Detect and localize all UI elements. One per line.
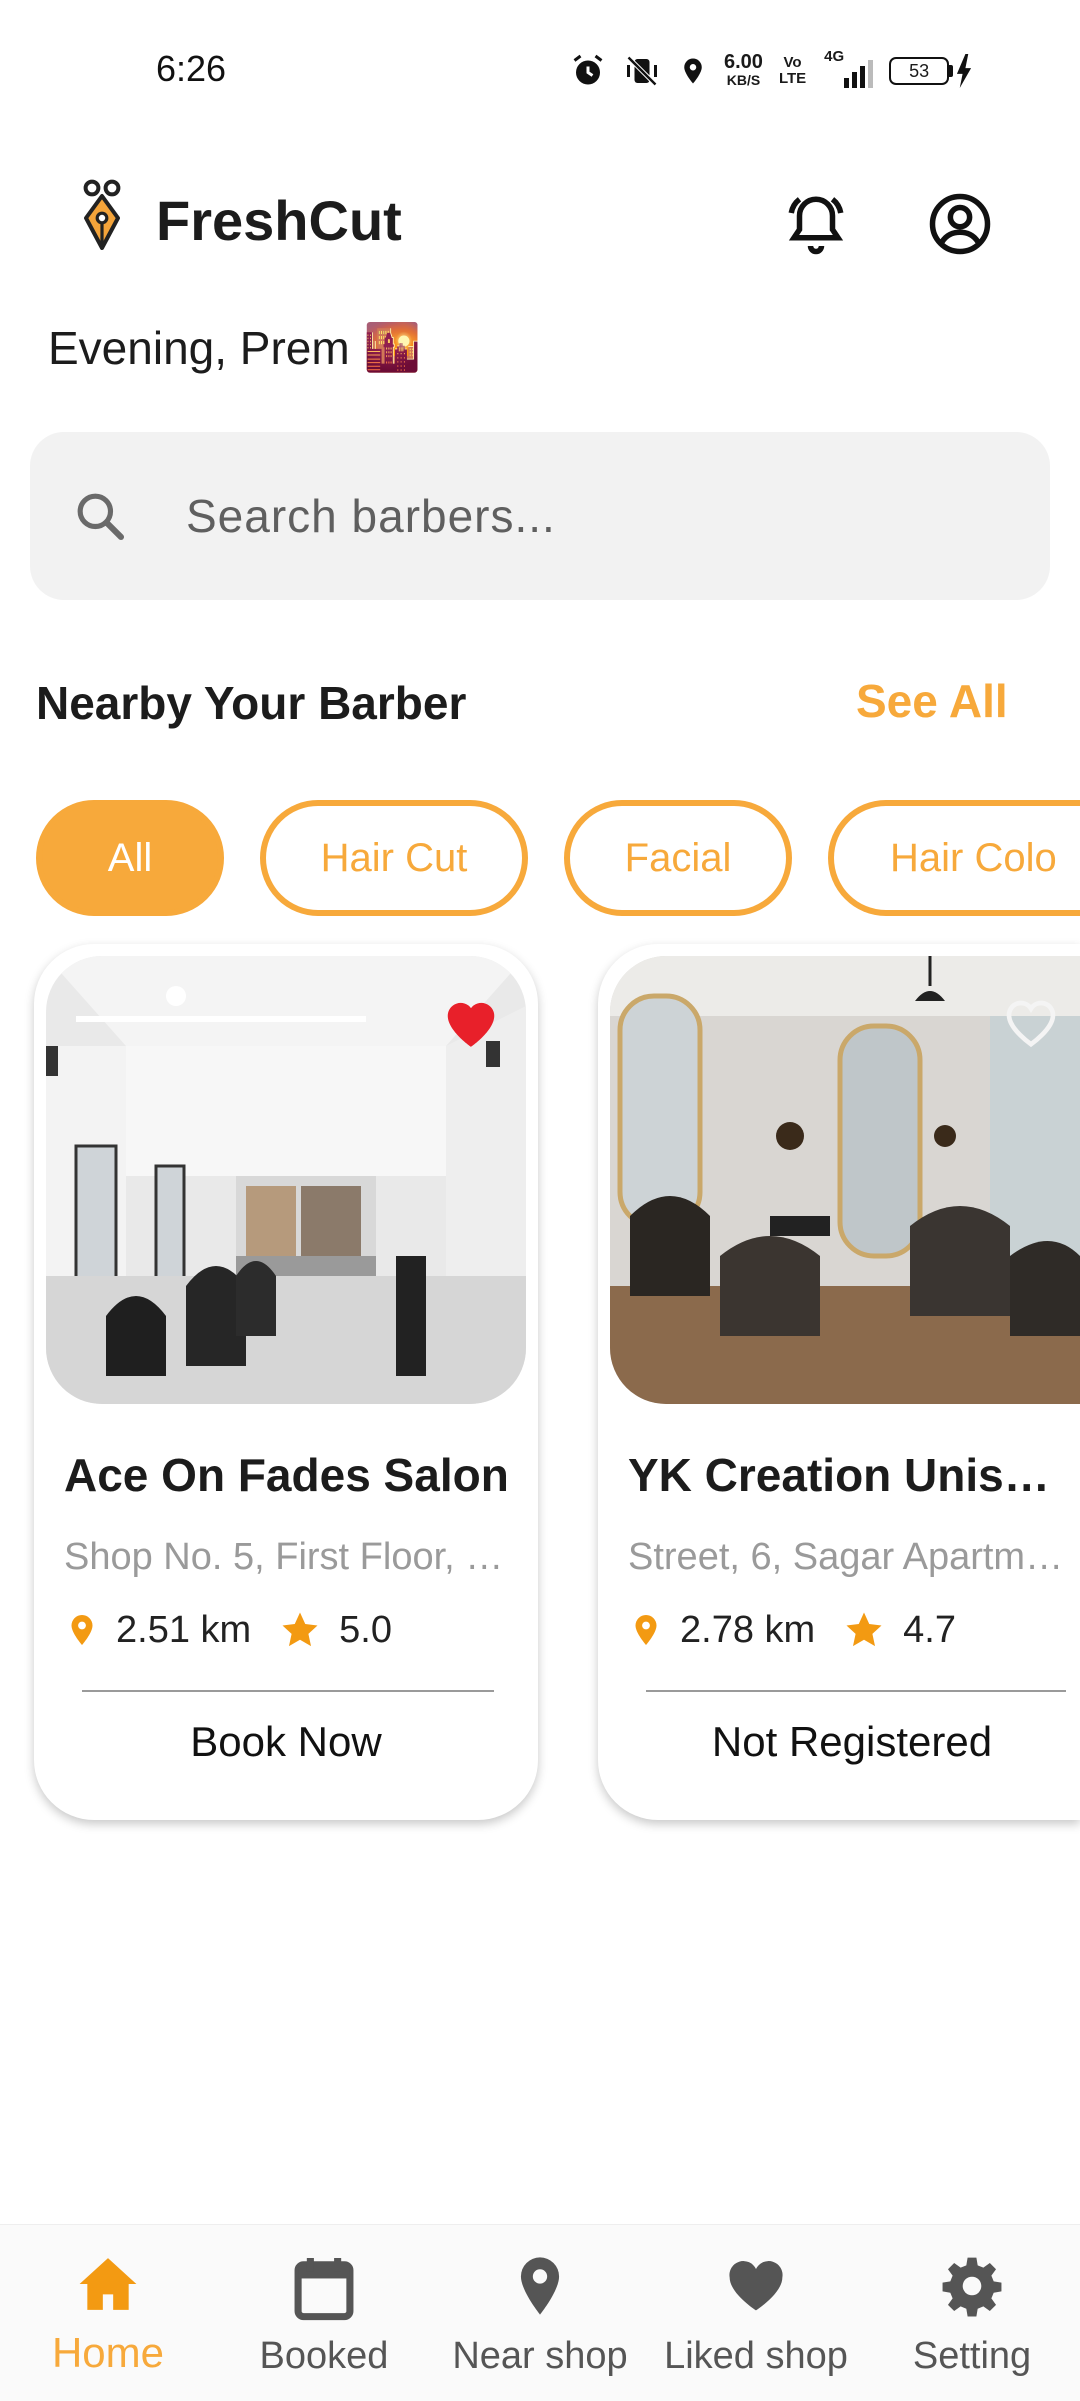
nav-booked[interactable]: Booked	[216, 2225, 432, 2401]
greeting-text: Evening, Prem	[48, 321, 350, 374]
book-now-button[interactable]: Book Now	[34, 1718, 538, 1766]
status-time: 6:26	[156, 48, 227, 89]
location-pin-icon	[520, 2257, 560, 2315]
alarm-icon	[573, 54, 603, 85]
calendar-icon	[294, 2258, 354, 2321]
nav-setting[interactable]: Setting	[864, 2225, 1080, 2401]
status-icons: 6.00 KB/S Vo LTE 4G 53	[570, 46, 975, 96]
nav-label: Setting	[912, 2335, 1032, 2377]
pen-nib-logo-icon	[74, 178, 130, 250]
search-input[interactable]	[186, 478, 1006, 554]
location-pin-icon	[71, 1615, 93, 1645]
shop-meta: 2.78 km 4.7	[628, 1608, 956, 1652]
star-icon	[846, 1612, 882, 1647]
network-type: 4G	[824, 48, 845, 65]
shop-address: Shop No. 5, First Floor, …	[64, 1536, 504, 1578]
bottom-navigation: Home Booked Near shop Liked shop Setting	[0, 2224, 1080, 2401]
app-title: FreshCut	[156, 189, 402, 252]
nav-home[interactable]: Home	[0, 2225, 216, 2401]
section-title: Nearby Your Barber	[36, 677, 467, 729]
sunset-city-icon: 🌇	[363, 321, 421, 373]
filter-chip-hair-cut[interactable]: Hair Cut	[260, 800, 528, 916]
filter-chip-hair-color[interactable]: Hair Colo	[828, 800, 1080, 916]
card-divider	[646, 1690, 1066, 1692]
nav-liked-shop[interactable]: Liked shop	[648, 2225, 864, 2401]
battery-level: 53	[909, 60, 930, 81]
nav-label: Liked shop	[664, 2335, 848, 2377]
not-registered-button[interactable]: Not Registered	[598, 1718, 1080, 1766]
star-icon	[282, 1612, 318, 1647]
profile-button[interactable]	[920, 184, 1000, 264]
bell-icon	[788, 196, 844, 255]
net-speed-value: 6.00	[724, 51, 763, 73]
nav-label: Near shop	[452, 2335, 628, 2377]
shop-name: Ace On Fades Salon	[64, 1449, 509, 1501]
status-bar: 6:26 6.00 KB/S Vo LTE 4G 53	[0, 0, 1080, 110]
shop-name: YK Creation Unise…	[628, 1449, 1068, 1501]
vibrate-off-icon	[626, 55, 658, 87]
shop-meta: 2.51 km 5.0	[64, 1608, 392, 1652]
battery-icon: 53	[889, 54, 975, 88]
shop-address: Street, 6, Sagar Apartm…	[628, 1536, 1064, 1578]
volte-top: Vo	[783, 54, 802, 71]
charging-icon	[957, 54, 972, 88]
volte-bottom: LTE	[778, 70, 807, 87]
shop-distance: 2.78 km	[680, 1608, 816, 1651]
nav-label: Booked	[259, 2335, 389, 2377]
barber-card[interactable]: Ace On Fades Salon Shop No. 5, First Flo…	[34, 944, 538, 1820]
shop-distance: 2.51 km	[116, 1608, 252, 1651]
see-all-link[interactable]: See All	[856, 674, 1008, 728]
location-pin-icon	[635, 1615, 657, 1645]
gear-icon	[942, 2257, 1002, 2317]
nav-label: Home	[51, 2329, 165, 2376]
filter-chip-all[interactable]: All	[36, 800, 224, 916]
liked-heart-icon[interactable]	[440, 992, 502, 1050]
net-speed-unit: KB/S	[726, 72, 761, 88]
home-icon	[79, 2258, 137, 2310]
heart-outline-icon[interactable]	[1000, 992, 1062, 1050]
volte-indicator: Vo LTE	[779, 55, 806, 87]
location-status-icon	[684, 58, 702, 84]
net-speed: 6.00 KB/S	[724, 51, 763, 89]
filter-chip-facial[interactable]: Facial	[564, 800, 792, 916]
greeting: Evening, Prem 🌇	[48, 320, 421, 375]
account-circle-icon	[929, 193, 991, 255]
shop-rating: 4.7	[903, 1608, 956, 1651]
heart-icon	[729, 2261, 783, 2311]
signal-icon: 4G	[822, 48, 874, 88]
shop-rating: 5.0	[339, 1608, 392, 1651]
notifications-button[interactable]	[776, 184, 856, 264]
search-icon	[77, 493, 125, 541]
card-divider	[82, 1690, 494, 1692]
barber-card[interactable]: YK Creation Unise… Street, 6, Sagar Apar…	[598, 944, 1080, 1820]
nav-near-shop[interactable]: Near shop	[432, 2225, 648, 2401]
